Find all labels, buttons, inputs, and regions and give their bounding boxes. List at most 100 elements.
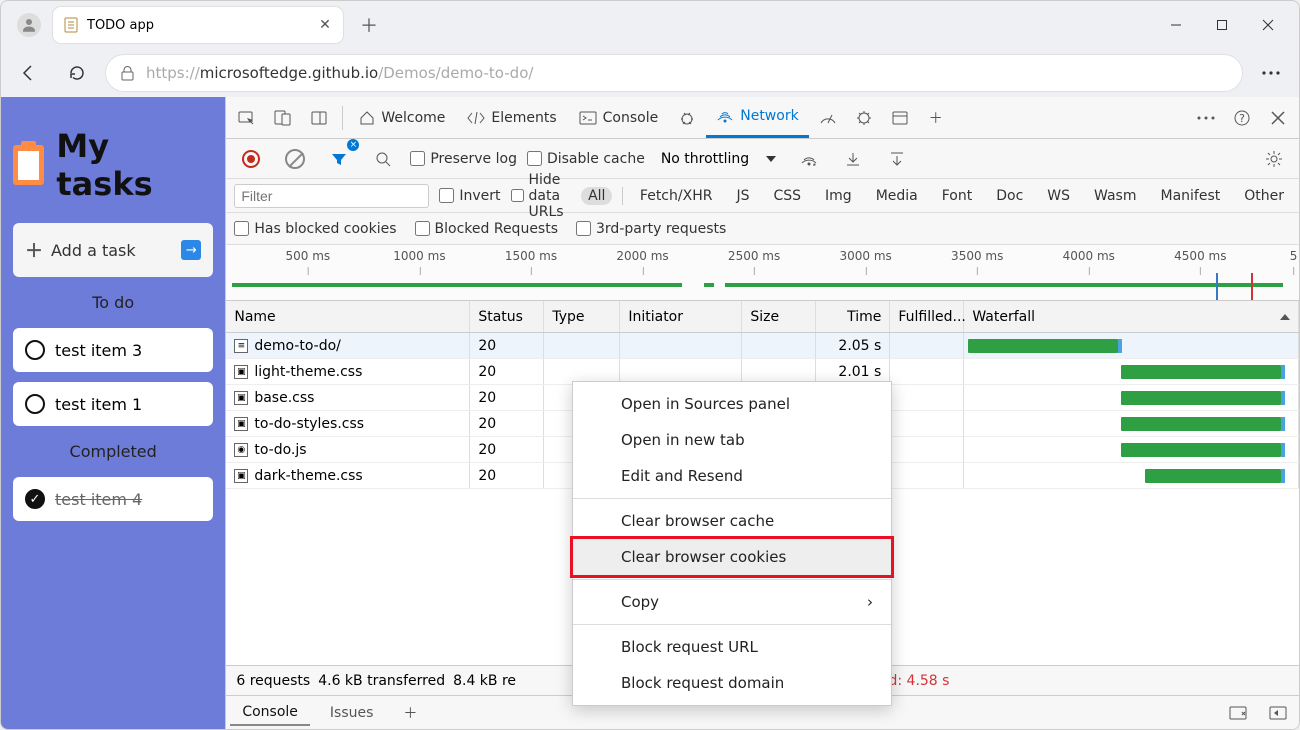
submit-arrow-icon[interactable]: → bbox=[181, 240, 201, 260]
type-filter[interactable]: Wasm bbox=[1087, 187, 1143, 205]
tab-welcome[interactable]: Welcome bbox=[349, 97, 455, 138]
status-cell: 20 bbox=[470, 385, 544, 410]
ctx-open-tab[interactable]: Open in new tab bbox=[573, 422, 891, 458]
checkbox-icon[interactable] bbox=[25, 340, 45, 360]
type-filter[interactable]: Manifest bbox=[1153, 187, 1227, 205]
disable-cache-checkbox[interactable]: Disable cache bbox=[527, 151, 645, 167]
col-fulfilled[interactable]: Fulfilled... bbox=[890, 301, 964, 332]
type-filter-all[interactable]: All bbox=[581, 187, 612, 205]
type-filter[interactable]: Other bbox=[1237, 187, 1291, 205]
col-size[interactable]: Size bbox=[742, 301, 816, 332]
more-tabs-button[interactable]: ＋ bbox=[919, 101, 953, 135]
type-filter[interactable]: CSS bbox=[766, 187, 808, 205]
separator bbox=[573, 498, 891, 499]
bug-icon[interactable] bbox=[670, 101, 704, 135]
task-label: test item 1 bbox=[55, 395, 142, 414]
help-icon[interactable]: ? bbox=[1225, 101, 1259, 135]
transferred: 4.6 kB transferred bbox=[318, 673, 445, 689]
type-filter[interactable]: Media bbox=[869, 187, 925, 205]
blocked-cookies-checkbox[interactable]: Has blocked cookies bbox=[234, 221, 396, 237]
inspect-icon[interactable] bbox=[230, 101, 264, 135]
network-toolbar: × Preserve log Disable cache No throttli… bbox=[226, 139, 1299, 179]
import-icon[interactable] bbox=[836, 142, 870, 176]
task-item[interactable]: test item 1 bbox=[13, 382, 213, 426]
file-icon: ▣ bbox=[234, 469, 248, 483]
preserve-log-checkbox[interactable]: Preserve log bbox=[410, 151, 517, 167]
settings-icon[interactable] bbox=[1257, 142, 1291, 176]
type-filter[interactable]: Doc bbox=[989, 187, 1030, 205]
ctx-clear-cookies[interactable]: Clear browser cookies bbox=[570, 536, 894, 578]
tab-title: TODO app bbox=[87, 18, 309, 33]
checkbox-done-icon[interactable] bbox=[25, 489, 45, 509]
back-button[interactable] bbox=[9, 53, 49, 93]
drawer-issues-tab[interactable]: Issues bbox=[318, 701, 386, 725]
search-button[interactable] bbox=[366, 142, 400, 176]
browser-toolbar: https://microsoftedge.github.io/Demos/de… bbox=[1, 49, 1299, 97]
third-party-checkbox[interactable]: 3rd-party requests bbox=[576, 221, 726, 237]
tab-elements[interactable]: Elements bbox=[457, 97, 566, 138]
type-filter[interactable]: WS bbox=[1040, 187, 1077, 205]
task-label: test item 4 bbox=[55, 490, 142, 509]
close-devtools-button[interactable] bbox=[1261, 101, 1295, 135]
drawer-dock-icon[interactable] bbox=[1221, 696, 1255, 730]
tab-close-button[interactable]: ✕ bbox=[317, 17, 333, 33]
ctx-copy[interactable]: Copy› bbox=[573, 584, 891, 620]
profile-avatar[interactable] bbox=[17, 13, 41, 37]
browser-menu-button[interactable] bbox=[1251, 53, 1291, 93]
todo-app: My tasks ＋ Add a task → To do test item … bbox=[1, 97, 225, 729]
address-bar[interactable]: https://microsoftedge.github.io/Demos/de… bbox=[105, 54, 1243, 92]
maximize-button[interactable] bbox=[1199, 7, 1245, 43]
type-filter[interactable]: Font bbox=[935, 187, 979, 205]
ctx-block-domain[interactable]: Block request domain bbox=[573, 665, 891, 701]
clear-button[interactable] bbox=[278, 142, 312, 176]
drawer-add-tab[interactable]: ＋ bbox=[393, 696, 427, 730]
drawer-console-tab[interactable]: Console bbox=[230, 700, 310, 726]
col-waterfall[interactable]: Waterfall bbox=[964, 301, 1299, 332]
col-initiator[interactable]: Initiator bbox=[620, 301, 742, 332]
new-tab-button[interactable]: ＋ bbox=[351, 7, 387, 43]
ctx-clear-cache[interactable]: Clear browser cache bbox=[573, 503, 891, 539]
waterfall-cell bbox=[964, 333, 1299, 358]
type-filter[interactable]: Fetch/XHR bbox=[633, 187, 720, 205]
add-task-button[interactable]: ＋ Add a task → bbox=[13, 223, 213, 277]
minimize-button[interactable] bbox=[1153, 7, 1199, 43]
clipboard-icon bbox=[13, 145, 44, 185]
col-name[interactable]: Name bbox=[226, 301, 470, 332]
memory-icon[interactable] bbox=[847, 101, 881, 135]
col-type[interactable]: Type bbox=[544, 301, 620, 332]
refresh-button[interactable] bbox=[57, 53, 97, 93]
network-timeline[interactable]: 500 ms 1000 ms 1500 ms 2000 ms 2500 ms 3… bbox=[226, 245, 1299, 301]
blocked-requests-checkbox[interactable]: Blocked Requests bbox=[415, 221, 558, 237]
ctx-block-url[interactable]: Block request URL bbox=[573, 629, 891, 665]
type-filter[interactable]: Img bbox=[818, 187, 859, 205]
devtools-menu-button[interactable] bbox=[1189, 101, 1223, 135]
throttling-select[interactable]: No throttling bbox=[655, 149, 782, 169]
task-item[interactable]: test item 4 bbox=[13, 477, 213, 521]
tab-console[interactable]: Console bbox=[569, 97, 669, 138]
network-row[interactable]: ≡demo-to-do/ 20 2.05 s bbox=[226, 333, 1299, 359]
invert-checkbox[interactable]: Invert bbox=[439, 188, 500, 204]
browser-tab[interactable]: TODO app ✕ bbox=[53, 7, 343, 43]
task-item[interactable]: test item 3 bbox=[13, 328, 213, 372]
record-button[interactable] bbox=[234, 142, 268, 176]
close-window-button[interactable] bbox=[1245, 7, 1291, 43]
filter-input[interactable] bbox=[234, 184, 429, 208]
col-time[interactable]: Time bbox=[816, 301, 890, 332]
checkbox-icon[interactable] bbox=[25, 394, 45, 414]
network-conditions-icon[interactable] bbox=[792, 142, 826, 176]
application-icon[interactable] bbox=[883, 101, 917, 135]
filter-toggle-button[interactable]: × bbox=[322, 142, 356, 176]
file-name: base.css bbox=[254, 390, 314, 406]
network-grid-header: Name Status Type Initiator Size Time Ful… bbox=[226, 301, 1299, 333]
performance-icon[interactable] bbox=[811, 101, 845, 135]
ctx-edit-resend[interactable]: Edit and Resend bbox=[573, 458, 891, 494]
drawer-collapse-icon[interactable] bbox=[1261, 696, 1295, 730]
col-status[interactable]: Status bbox=[470, 301, 544, 332]
type-filter[interactable]: JS bbox=[729, 187, 756, 205]
ctx-open-sources[interactable]: Open in Sources panel bbox=[573, 386, 891, 422]
section-completed: Completed bbox=[13, 436, 213, 467]
dock-icon[interactable] bbox=[302, 101, 336, 135]
tab-network[interactable]: Network bbox=[706, 97, 808, 138]
export-icon[interactable] bbox=[880, 142, 914, 176]
device-icon[interactable] bbox=[266, 101, 300, 135]
